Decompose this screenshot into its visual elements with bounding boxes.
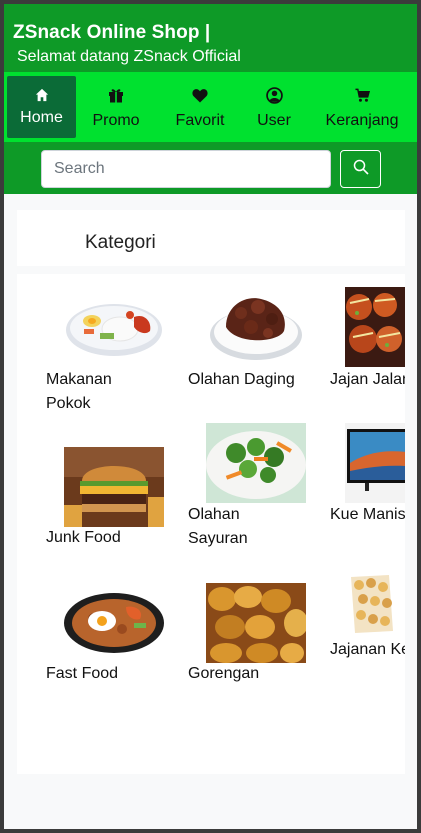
nav-label: Favorit [175, 112, 225, 129]
burger-image [64, 447, 164, 527]
category-item-olahan-daging[interactable]: Olahan Daging [188, 284, 328, 414]
fritters-image [206, 583, 306, 663]
vegetables-image [206, 423, 306, 503]
category-name: Fast Food [46, 665, 119, 682]
beef-dish-image [206, 287, 306, 367]
category-item-jajan-jalanan[interactable]: Jajan Jalanan [330, 284, 405, 414]
category-item-makanan-pokok[interactable]: Makanan Pokok [46, 284, 186, 414]
search-bar [4, 142, 417, 194]
nav-item-promo[interactable]: Promo [88, 76, 144, 138]
category-heading: Kategori [85, 232, 156, 253]
user-circle-icon [265, 86, 283, 104]
nav-label: Keranjang [325, 112, 399, 129]
shop-title: ZSnack Online Shop | [13, 22, 211, 43]
category-name: Gorengan [188, 665, 260, 682]
search-input[interactable] [41, 150, 331, 188]
takoyaki-image [345, 287, 405, 367]
gift-icon [108, 87, 124, 103]
category-item-gorengan[interactable]: Gorengan [188, 564, 328, 694]
rice-plate-image [64, 287, 164, 367]
fried-rice-image [64, 583, 164, 663]
category-header: Kategori [17, 210, 405, 266]
category-name: Olahan Daging [188, 371, 295, 388]
home-icon [35, 87, 49, 103]
nav-label: User [257, 112, 291, 129]
cookies-jar-image [345, 561, 405, 641]
category-name: Olahan Sayuran [188, 506, 248, 547]
cart-icon [354, 87, 370, 103]
category-name: Kue Manis [330, 506, 405, 523]
category-name: Jajan Jalanan [330, 371, 405, 388]
header: ZSnack Online Shop | Selamat datang ZSna… [4, 4, 417, 72]
nav-item-home[interactable]: Home [7, 76, 76, 138]
app-frame: ZSnack Online Shop | Selamat datang ZSna… [0, 0, 421, 833]
category-item-kue-manis[interactable]: Kue Manis [330, 423, 405, 554]
category-name: Junk Food [46, 529, 121, 546]
category-grid: Makanan Pokok Olahan Daging Jajan Jala J… [17, 274, 405, 774]
category-name: Makanan Pokok [46, 371, 112, 412]
search-button[interactable] [340, 150, 381, 188]
category-name: Jajanan Kering [330, 641, 405, 658]
search-icon [353, 159, 369, 180]
nav-label: Promo [92, 112, 140, 129]
nav-item-user[interactable]: User [252, 76, 296, 138]
category-item-junk-food[interactable]: Junk Food [46, 424, 186, 554]
category-item-jajanan-kering[interactable]: Jajanan Kering [330, 561, 405, 694]
category-item-olahan-sayuran[interactable]: Olahan Sayuran [188, 423, 328, 554]
category-item-fast-food[interactable]: Fast Food [46, 564, 186, 694]
welcome-text: Selamat datang ZSnack Official [17, 48, 241, 65]
nav-item-keranjang[interactable]: Keranjang [322, 76, 402, 138]
nav-bar: Home Promo Favorit User Keranjang [4, 72, 417, 142]
tv-cake-image [345, 423, 405, 503]
nav-item-favorit[interactable]: Favorit [170, 76, 230, 138]
nav-label: Home [20, 109, 63, 126]
heart-icon [192, 87, 208, 103]
